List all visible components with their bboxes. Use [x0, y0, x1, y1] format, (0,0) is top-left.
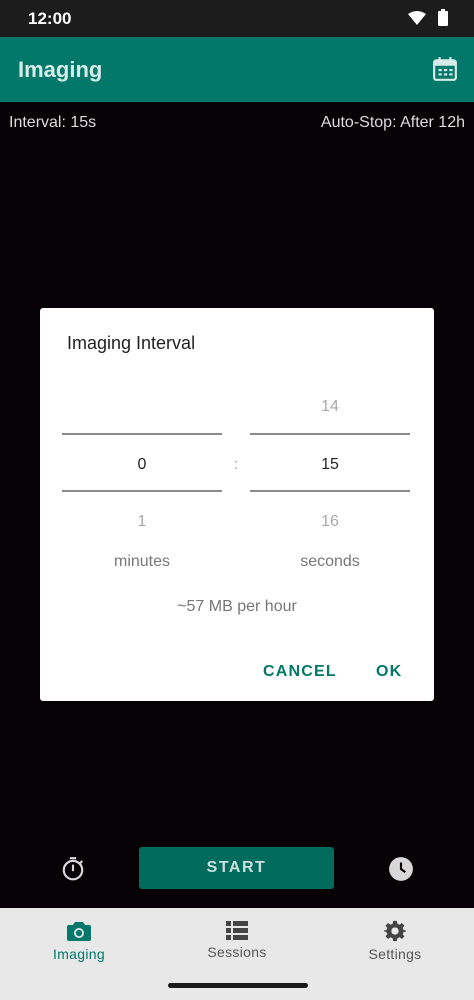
minutes-unit-label: minutes — [113, 553, 171, 570]
nav-label-settings: Settings — [368, 946, 422, 962]
minutes-next-value[interactable]: 1 — [62, 513, 222, 531]
minutes-current-value[interactable]: 0 — [62, 456, 222, 474]
bottom-navigation: Imaging Sessions Settings — [0, 908, 474, 972]
dialog-title: Imaging Interval — [67, 333, 196, 353]
seconds-unit-label: seconds — [300, 553, 360, 570]
list-icon — [226, 921, 248, 940]
status-time: 12:00 — [28, 9, 72, 28]
seconds-picker[interactable]: 14 15 16 — [250, 388, 410, 531]
time-separator: : — [234, 456, 239, 473]
nav-item-sessions[interactable]: Sessions — [158, 908, 316, 972]
seconds-prev-value[interactable]: 14 — [250, 398, 410, 416]
nav-label-imaging: Imaging — [53, 946, 105, 962]
nav-label-sessions: Sessions — [207, 944, 267, 960]
calendar-icon[interactable] — [432, 56, 458, 82]
picker-divider — [250, 490, 410, 492]
picker-divider — [62, 490, 222, 492]
camera-icon — [67, 922, 91, 941]
minutes-picker[interactable]: 0 1 — [62, 388, 222, 531]
picker-divider — [250, 433, 410, 435]
ok-button[interactable]: OK — [376, 663, 402, 681]
seconds-current-value[interactable]: 15 — [250, 456, 410, 474]
status-icons — [408, 9, 448, 26]
clock-icon[interactable] — [388, 856, 414, 882]
battery-icon — [438, 9, 448, 26]
nav-item-settings[interactable]: Settings — [316, 908, 474, 972]
cancel-button[interactable]: CANCEL — [263, 663, 337, 681]
app-bar: Imaging — [0, 37, 474, 102]
wifi-icon — [408, 10, 426, 25]
gear-icon — [384, 920, 406, 942]
interval-dialog: Imaging Interval 0 1 : 14 15 16 minutes … — [40, 308, 434, 701]
interval-info: Interval: 15s — [9, 114, 97, 131]
timer-icon[interactable] — [60, 856, 86, 882]
start-button[interactable]: START — [139, 847, 334, 889]
picker-divider — [62, 433, 222, 435]
app-title: Imaging — [18, 57, 103, 82]
nav-item-imaging[interactable]: Imaging — [0, 908, 158, 972]
auto-stop-info: Auto-Stop: After 12h — [320, 114, 465, 131]
storage-estimate: ~57 MB per hour — [177, 598, 297, 615]
status-bar: 12:00 — [0, 0, 474, 37]
home-gesture-bar[interactable] — [168, 983, 308, 988]
seconds-next-value[interactable]: 16 — [250, 513, 410, 531]
